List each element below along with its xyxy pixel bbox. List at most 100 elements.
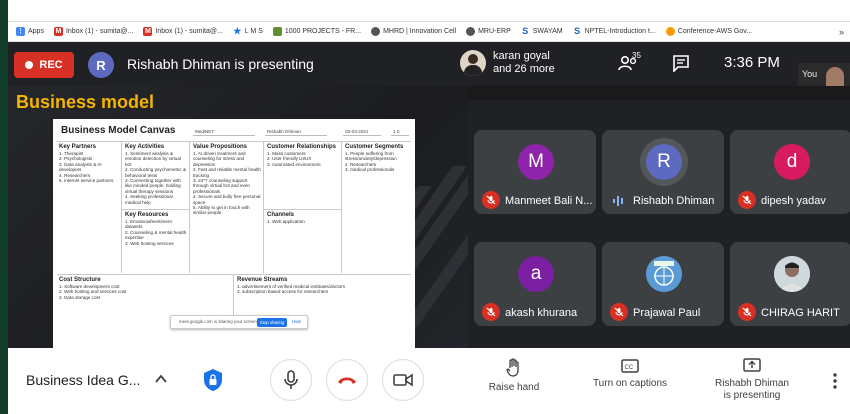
key-resources-heading: Key Resources — [125, 212, 169, 218]
shared-screen: Business model Business Model Canvas Med… — [8, 86, 468, 348]
value-propositions-text: 1. AI driven treatment and counseling fo… — [193, 151, 261, 216]
microphone-icon — [284, 370, 298, 389]
participant-tile[interactable]: d dipesh yadav — [730, 130, 850, 214]
bookmark-mhrd[interactable]: MHRD | Innovation Cell — [371, 27, 456, 36]
bookmark-apps[interactable]: ⋮ Apps — [16, 27, 44, 36]
bookmark-mru-erp[interactable]: MRU-ERP — [466, 27, 511, 36]
bookmark-icon — [272, 27, 282, 36]
bookmark-nptel[interactable]: S NPTEL-Introduction t... — [573, 27, 656, 36]
svg-text:CC: CC — [625, 365, 634, 371]
self-view-tile[interactable]: You — [798, 63, 850, 86]
revenue-streams-text: 1. advertisement of verified medical ins… — [237, 284, 346, 295]
mic-off-icon — [482, 191, 500, 209]
gmail-icon: M — [53, 27, 63, 36]
key-activities-text: 1. Sentiment analysis & emotion detectio… — [125, 151, 187, 205]
key-partners-heading: Key Partners — [59, 144, 97, 150]
mic-off-icon — [738, 191, 756, 209]
gmail-icon: M — [143, 27, 153, 36]
captions-icon: CC — [621, 359, 639, 373]
canvas-project-name: MediNET — [193, 127, 255, 136]
un-emblem-avatar — [646, 256, 682, 292]
star-icon: ★ — [233, 26, 242, 36]
meeting-title[interactable]: Business Idea G... — [26, 372, 140, 388]
customer-segments-heading: Customer Segments — [345, 144, 404, 150]
presenting-button[interactable]: Rishabh Dhiman is presenting — [710, 358, 794, 402]
bookmark-swayam[interactable]: S SWAYAM — [521, 26, 562, 36]
presenting-label: Rishabh Dhiman is presenting — [127, 56, 314, 72]
address-bar[interactable] — [8, 0, 850, 22]
meet-window: ⋮ Apps M Inbox (1) - sumita@... M Inbox (1)… — [0, 0, 850, 414]
mic-off-icon — [738, 303, 756, 321]
swayam-icon: S — [522, 26, 529, 36]
bookmark-lms[interactable]: ★ L M S — [233, 27, 263, 36]
participant-tile[interactable]: Prajawal Paul — [602, 242, 724, 326]
participant-avatar: d — [774, 144, 810, 180]
bookmark-inbox-1[interactable]: M Inbox (1) - sumita@... — [53, 27, 133, 36]
person-photo-avatar — [774, 256, 810, 292]
participants-summary: karan goyal and 26 more — [493, 50, 555, 75]
presenter-avatar: R — [88, 52, 114, 78]
aws-icon — [665, 27, 675, 36]
present-screen-icon — [743, 358, 761, 372]
channels-text: 1. Web application — [267, 219, 305, 224]
recording-badge: REC — [14, 52, 74, 78]
leave-call-button[interactable] — [326, 359, 368, 401]
globe-icon — [371, 27, 381, 36]
chat-icon[interactable] — [672, 54, 690, 72]
hand-icon — [506, 358, 519, 377]
hang-up-icon — [338, 377, 356, 384]
record-dot-icon — [25, 61, 34, 69]
nptel-icon: S — [574, 26, 581, 36]
revenue-streams-heading: Revenue Streams — [237, 277, 288, 283]
camera-button[interactable] — [382, 359, 424, 401]
meet-top-bar: REC R Rishabh Dhiman is presenting karan… — [8, 42, 850, 86]
participant-name: Rishabh Dhiman — [633, 195, 715, 207]
people-count: 35 — [632, 51, 641, 60]
participant-avatar: M — [518, 144, 554, 180]
bookmarks-overflow-icon[interactable]: » — [839, 27, 844, 37]
canvas-author: Rishabh Dhiman — [265, 127, 327, 136]
participant-tile[interactable]: a akash khurana — [474, 242, 596, 326]
channels-heading: Channels — [267, 212, 295, 218]
host-avatar — [460, 50, 486, 76]
participant-name: Manmeet Bali N... — [505, 195, 593, 207]
screen-share-notice: meet.google.com is sharing your screen. … — [170, 315, 308, 329]
captions-button[interactable]: CC Turn on captions — [582, 358, 678, 390]
raise-hand-button[interactable]: Raise hand — [482, 358, 546, 394]
shield-lock-icon[interactable] — [202, 368, 224, 392]
key-resources-text: 1. Emotional/sentiment datasets 2. Couns… — [125, 219, 187, 246]
globe-icon — [466, 27, 476, 36]
participant-name: dipesh yadav — [761, 195, 826, 207]
participant-avatar: R — [646, 144, 682, 180]
share-notice-text: meet.google.com is sharing your screen. — [179, 319, 259, 324]
canvas-version: 1.0 — [391, 127, 409, 136]
more-options-icon[interactable] — [832, 372, 838, 390]
customer-relationships-heading: Customer Relationships — [267, 144, 337, 150]
speaking-indicator-icon — [613, 196, 623, 206]
business-model-canvas: Business Model Canvas MediNET Rishabh Dh… — [53, 119, 415, 348]
participant-name: akash khurana — [505, 307, 578, 319]
customer-segments-text: 1. People suffering from stress/anxiety/… — [345, 151, 397, 173]
bookmark-inbox-2[interactable]: M Inbox (1) - sumita@... — [143, 27, 223, 36]
camera-icon — [393, 373, 413, 387]
key-partners-text: 1. Therapist 2. Psychologists 3. Data an… — [59, 151, 114, 184]
canvas-date: 03-03-2021 — [343, 127, 381, 136]
bookmark-1000-projects[interactable]: 1000 PROJECTS - FR... — [272, 27, 361, 36]
meeting-clock: 3:36 PM — [724, 54, 780, 71]
microphone-button[interactable] — [270, 359, 312, 401]
bookmark-conference-aws[interactable]: Conference-AWS Gov... — [665, 27, 752, 36]
participant-tile[interactable]: CHIRAG HARIT — [730, 242, 850, 326]
cost-structure-heading: Cost Structure — [59, 277, 101, 283]
participant-avatar: a — [518, 256, 554, 292]
participant-tile[interactable]: M Manmeet Bali N... — [474, 130, 596, 214]
participant-tile[interactable]: R Rishabh Dhiman — [602, 130, 724, 214]
value-propositions-heading: Value Propositions — [193, 144, 248, 150]
chevron-up-icon[interactable] — [154, 372, 168, 386]
hide-notice-button[interactable]: Hide — [292, 319, 301, 324]
mic-off-icon — [610, 303, 628, 321]
stop-sharing-button[interactable]: Stop sharing — [257, 318, 287, 327]
canvas-title: Business Model Canvas — [61, 125, 176, 136]
participant-name: Prajawal Paul — [633, 307, 701, 319]
key-activities-heading: Key Activities — [125, 144, 165, 150]
mic-off-icon — [482, 303, 500, 321]
